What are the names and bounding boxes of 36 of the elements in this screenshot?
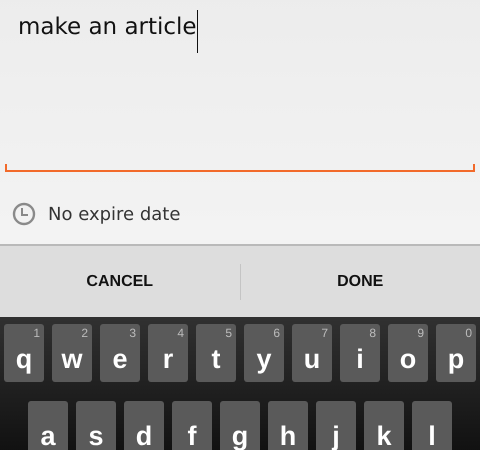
key[interactable]: y 6 (244, 324, 284, 382)
note-field[interactable]: make an article (5, 0, 475, 172)
expire-date-label[interactable]: No expire date (48, 204, 180, 224)
action-button[interactable]: CANCEL (0, 246, 240, 317)
key-hint: 9 (417, 326, 424, 340)
key[interactable]: e 3 (100, 324, 140, 382)
key[interactable]: u 7 (292, 324, 332, 382)
key-hint: 0 (465, 326, 472, 340)
key-hint: 4 (177, 326, 184, 340)
key[interactable]: f (172, 401, 212, 450)
key[interactable]: w 2 (52, 324, 92, 382)
note-text: make an article (18, 14, 197, 40)
key[interactable]: p 0 (436, 324, 476, 382)
key-hint: 2 (81, 326, 88, 340)
key-hint: 1 (33, 326, 40, 340)
clock-icon (12, 202, 36, 226)
key[interactable]: r 4 (148, 324, 188, 382)
key[interactable]: j (316, 401, 356, 450)
key[interactable]: o 9 (388, 324, 428, 382)
key-hint: 5 (225, 326, 232, 340)
text-cursor (196, 10, 198, 53)
key[interactable]: k (364, 401, 404, 450)
key[interactable]: i 8 (340, 324, 380, 382)
key-hint: 7 (321, 326, 328, 340)
key[interactable]: a (28, 401, 68, 450)
key[interactable]: t 5 (196, 324, 236, 382)
key[interactable]: h (268, 401, 308, 450)
key[interactable]: g (220, 401, 260, 450)
action-button[interactable]: DONE (240, 246, 480, 317)
key-hint: 6 (273, 326, 280, 340)
key[interactable]: l (412, 401, 452, 450)
key[interactable]: q 1 (4, 324, 44, 382)
key-hint: 3 (129, 326, 136, 340)
key[interactable]: d (124, 401, 164, 450)
key[interactable]: s (76, 401, 116, 450)
key-hint: 8 (369, 326, 376, 340)
